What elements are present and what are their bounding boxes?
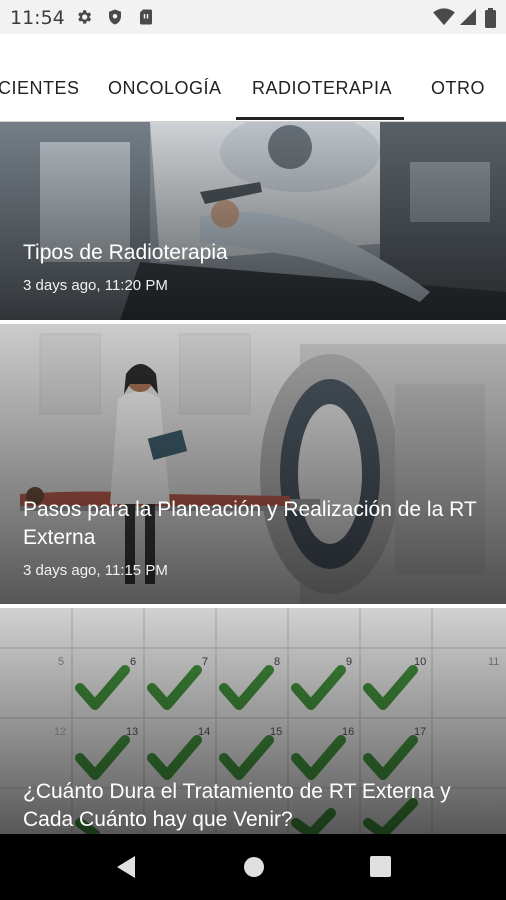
sim-card-icon <box>140 9 152 25</box>
tab-otro[interactable]: OTRO <box>431 78 485 99</box>
article-date: 3 days ago, 11:20 PM <box>23 277 168 294</box>
calendar-day-number: 13 <box>126 726 139 738</box>
calendar-day-number: 5 <box>58 656 65 668</box>
tab-bar: CIENTES ONCOLOGÍA RADIOTERAPIA OTRO <box>0 34 506 122</box>
article-card-tipos-de-radioterapia[interactable]: Tipos de Radioterapia 3 days ago, 11:20 … <box>0 122 506 320</box>
article-title: Pasos para la Planeación y Realización d… <box>23 498 477 549</box>
calendar-day-number: 8 <box>274 656 281 668</box>
navigation-bar <box>0 834 506 900</box>
article-card-pasos-rt-externa[interactable]: Pasos para la Planeación y Realización d… <box>0 324 506 604</box>
gear-icon <box>78 10 92 24</box>
article-date: 3 days ago, 11:15 PM <box>23 562 168 579</box>
recents-icon[interactable] <box>370 856 391 877</box>
calendar-day-number: 6 <box>130 656 137 668</box>
status-bar: 11:54 <box>0 0 506 34</box>
calendar-day-number: 25 <box>486 793 499 805</box>
calendar-day-number: 17 <box>414 726 427 738</box>
calendar-day-number: 7 <box>202 656 209 668</box>
home-icon[interactable] <box>242 855 266 879</box>
article-card-duracion-tratamiento[interactable]: 5 6 7 8 9 10 11 12 13 14 15 16 17 25 ¿Cu… <box>0 608 506 834</box>
article-title: ¿Cuánto Dura el Tratamiento de RT Extern… <box>23 780 451 831</box>
shield-icon <box>109 9 121 25</box>
tab-pacientes[interactable]: CIENTES <box>0 78 80 99</box>
calendar-day-number: 9 <box>346 656 353 668</box>
calendar-day-number: 14 <box>198 726 211 738</box>
calendar-day-number: 10 <box>414 656 427 668</box>
tab-oncologia[interactable]: ONCOLOGÍA <box>108 78 222 99</box>
article-list[interactable]: Tipos de Radioterapia 3 days ago, 11:20 … <box>0 122 506 834</box>
battery-icon <box>485 8 496 28</box>
wifi-icon <box>433 8 455 26</box>
back-icon[interactable] <box>115 855 137 879</box>
article-title: Tipos de Radioterapia <box>23 241 228 264</box>
selected-tab-indicator <box>236 117 404 120</box>
cellular-signal-icon <box>460 9 476 25</box>
calendar-day-number: 15 <box>270 726 283 738</box>
tab-radioterapia[interactable]: RADIOTERAPIA <box>252 78 392 99</box>
calendar-day-number: 11 <box>488 656 500 668</box>
calendar-day-number: 16 <box>342 726 355 738</box>
calendar-day-number: 12 <box>54 726 67 738</box>
status-time: 11:54 <box>10 7 65 29</box>
